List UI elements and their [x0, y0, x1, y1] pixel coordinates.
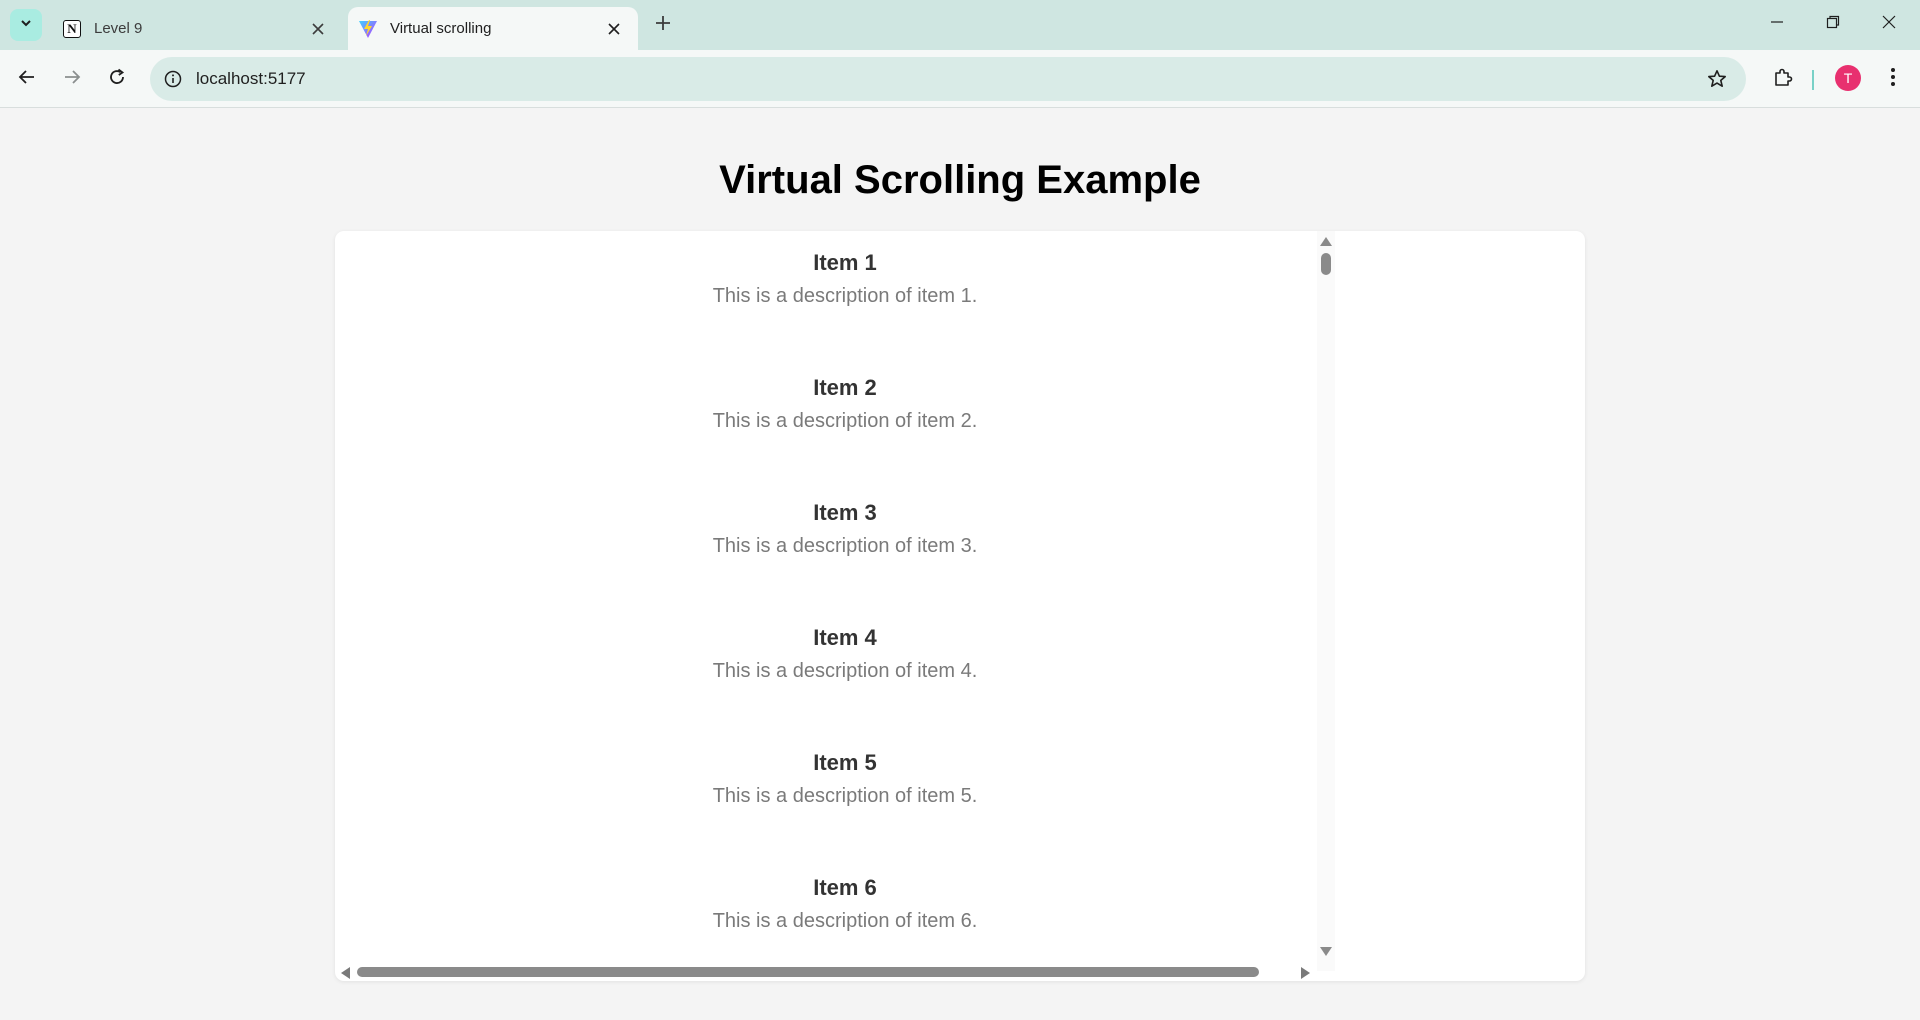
close-icon	[1882, 15, 1896, 34]
horizontal-scroll-thumb[interactable]	[357, 967, 1259, 977]
notion-icon: N	[62, 19, 82, 39]
chevron-down-icon	[19, 16, 33, 35]
site-info-icon[interactable]	[162, 68, 184, 90]
toolbar-separator	[1812, 70, 1814, 90]
close-icon[interactable]	[306, 17, 330, 41]
restore-button[interactable]	[1810, 6, 1856, 42]
puzzle-icon	[1773, 67, 1793, 92]
forward-button[interactable]	[55, 62, 89, 96]
list-item: Item 3 This is a description of item 3.	[335, 481, 1317, 606]
item-description: This is a description of item 2.	[712, 410, 978, 432]
tab-title: Level 9	[94, 20, 143, 37]
arrow-left-icon	[18, 68, 36, 91]
list-item: Item 5 This is a description of item 5.	[335, 731, 1317, 856]
item-name: Item 5	[813, 750, 877, 775]
tab-virtual-scrolling[interactable]: Virtual scrolling	[348, 7, 638, 50]
vertical-scroll-thumb[interactable]	[1321, 253, 1331, 275]
address-bar[interactable]: localhost:5177	[150, 57, 1746, 101]
list-item: Item 1 This is a description of item 1.	[335, 231, 1317, 356]
vertical-scrollbar[interactable]	[1317, 231, 1335, 971]
scroll-down-arrow-icon[interactable]	[1320, 947, 1332, 956]
tab-level-9[interactable]: N Level 9	[52, 7, 342, 50]
browser-toolbar: localhost:5177 T	[0, 50, 1920, 108]
more-vertical-icon	[1890, 67, 1896, 92]
list-item: Item 6 This is a description of item 6.	[335, 856, 1317, 971]
back-button[interactable]	[10, 62, 44, 96]
scroll-up-arrow-icon[interactable]	[1320, 237, 1332, 246]
url-text[interactable]: localhost:5177	[196, 69, 1702, 89]
minimize-button[interactable]	[1754, 6, 1800, 42]
item-name: Item 3	[813, 500, 877, 525]
reload-button[interactable]	[100, 62, 134, 96]
browser-menu-button[interactable]	[1876, 62, 1910, 96]
scroll-left-arrow-icon[interactable]	[341, 967, 350, 979]
horizontal-scrollbar[interactable]	[335, 963, 1317, 981]
list-item: Item 4 This is a description of item 4.	[335, 606, 1317, 731]
tab-strip: N Level 9 Virtual scrolling	[0, 0, 1920, 50]
vite-icon	[358, 19, 378, 39]
page-title: Virtual Scrolling Example	[719, 158, 1201, 202]
list-item: Item 2 This is a description of item 2.	[335, 356, 1317, 481]
item-description: This is a description of item 1.	[712, 285, 978, 307]
tab-title: Virtual scrolling	[390, 20, 492, 37]
minimize-icon	[1770, 15, 1784, 34]
arrow-right-icon	[63, 68, 81, 91]
scroll-right-arrow-icon[interactable]	[1301, 967, 1310, 979]
item-name: Item 1	[813, 250, 877, 275]
virtual-list-viewport[interactable]: Item 1 This is a description of item 1. …	[335, 231, 1317, 971]
new-tab-button[interactable]	[650, 12, 676, 38]
extensions-button[interactable]	[1766, 62, 1800, 96]
close-icon[interactable]	[602, 17, 626, 41]
item-description: This is a description of item 6.	[712, 910, 978, 932]
bookmark-star-icon[interactable]	[1702, 64, 1732, 94]
restore-icon	[1826, 15, 1840, 34]
item-description: This is a description of item 3.	[712, 535, 978, 557]
item-description: This is a description of item 5.	[712, 785, 978, 807]
tab-search-button[interactable]	[10, 9, 42, 41]
profile-avatar[interactable]: T	[1835, 65, 1861, 91]
reload-icon	[108, 68, 126, 91]
item-name: Item 6	[813, 875, 877, 900]
window-close-button[interactable]	[1866, 6, 1912, 42]
item-name: Item 4	[813, 625, 877, 650]
plus-icon	[655, 15, 671, 36]
item-description: This is a description of item 4.	[712, 660, 978, 682]
virtual-list-container[interactable]: Item 1 This is a description of item 1. …	[335, 231, 1585, 981]
item-name: Item 2	[813, 375, 877, 400]
